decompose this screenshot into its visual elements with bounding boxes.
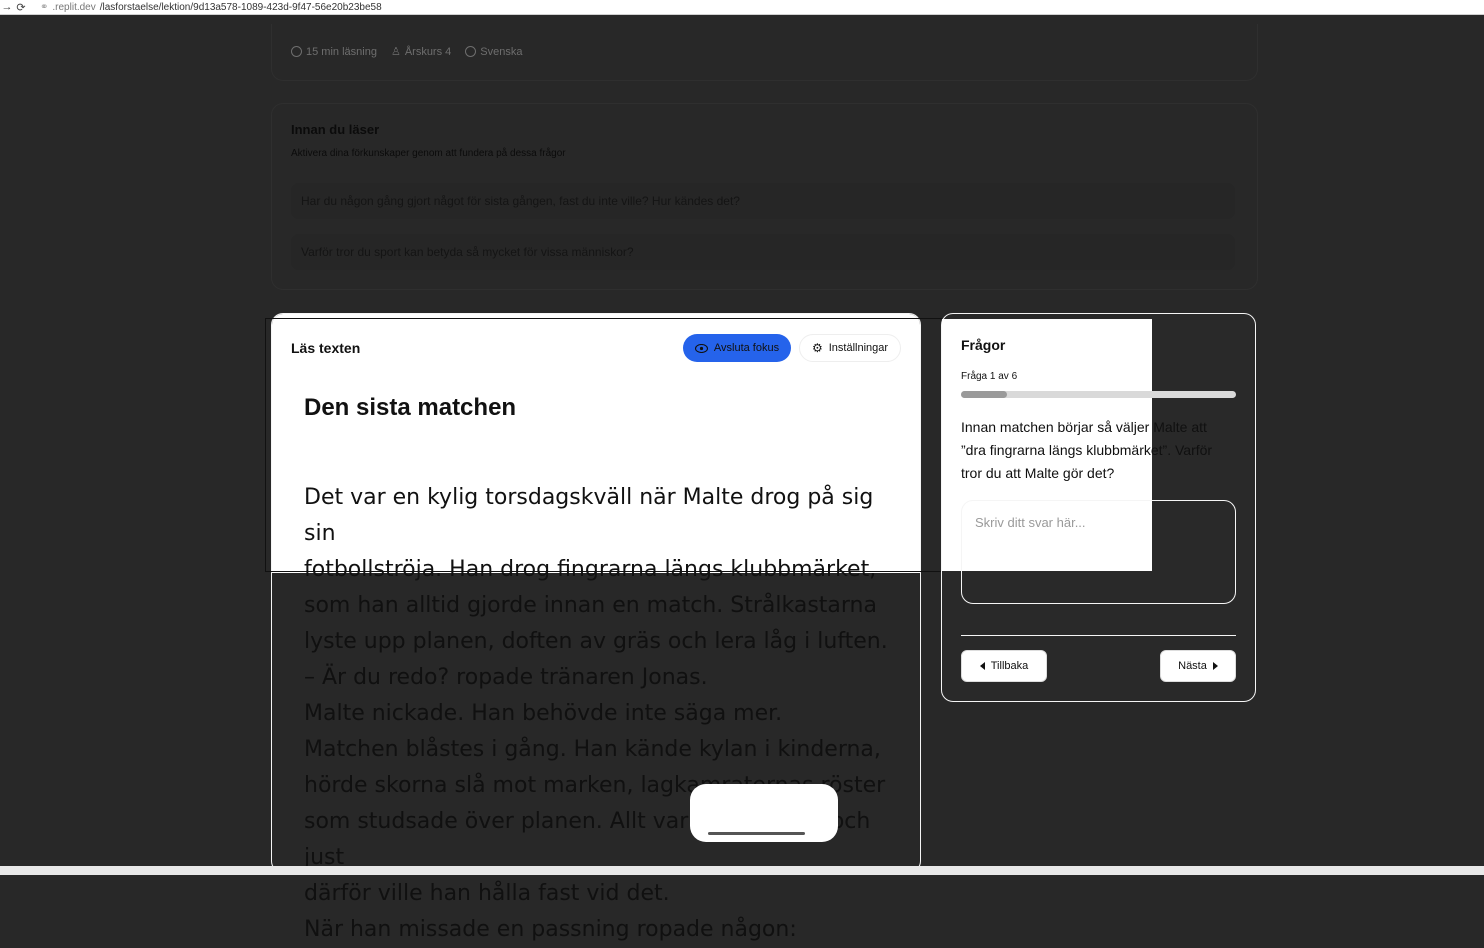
reading-card-title: Läs texten [291,340,361,356]
gear-icon: ⚙ [811,341,823,355]
story-line: lyste upp planen, doften av gräs och ler… [304,629,888,654]
exit-focus-button[interactable]: Avsluta fokus [683,334,791,362]
question-progress-bar [961,391,1236,398]
forward-icon[interactable]: → [0,1,14,13]
question-counter: Fråga 1 av 6 [961,371,1018,382]
question-text: Innan matchen börjar så väljer Malte att… [961,419,1213,481]
prereading-title: Innan du läser [291,122,380,137]
next-button[interactable]: Nästa [1160,650,1236,682]
globe-icon [465,46,477,57]
exit-focus-label: Avsluta fokus [713,342,780,354]
story-line: – Är du redo? ropade tränaren Jonas. [304,665,708,690]
reading-time: 15 min läsning [291,45,377,58]
page-bottom-edge [0,866,1484,875]
prereading-question: Har du någon gång gjort något för sista … [291,183,1235,219]
reload-icon[interactable]: ⟳ [14,1,28,14]
story-line: därför ville han hålla fast vid det. [304,881,670,906]
back-button[interactable]: Tillbaka [961,650,1047,682]
clock-icon [291,46,302,57]
back-label: Tillbaka [990,660,1029,672]
chevron-left-icon [979,662,985,670]
language-label: Svenska [480,45,523,58]
prereading-subtitle: Aktivera dina förkunskaper genom att fun… [291,148,566,159]
settings-label: Inställningar [828,342,889,354]
link-icon: ⚭ [40,1,49,13]
story-line: som han alltid gjorde innan en match. St… [304,593,877,618]
next-label: Nästa [1178,660,1207,672]
story-line: När han missade en passning ropade någon… [304,917,797,942]
story-text: Det var en kylig torsdagskväll när Malte… [304,480,904,948]
story-line: fotbollströja. Han drog fingrarna längs … [304,557,877,582]
story-title: Den sista matchen [304,394,517,421]
user-icon: ♙ [390,46,401,58]
grade: ♙ Årskurs 4 [390,45,452,59]
browser-address-bar: → ⟳ ⚭ .replit.dev/lasforstaelse/lektion/… [0,0,1484,15]
story-line: Matchen blåstes i gång. Han kände kylan … [304,737,881,762]
language: Svenska [465,45,522,58]
question-progress-fill [961,391,1007,398]
url-path: /lasforstaelse/lektion/9d13a578-1089-423… [99,1,382,13]
story-line: Det var en kylig torsdagskväll när Malte… [304,485,874,546]
url-field[interactable]: ⚭ .replit.dev/lasforstaelse/lektion/9d13… [40,2,382,13]
reading-time-label: 15 min läsning [306,45,377,58]
prereading-question: Varför tror du sport kan betyda så mycke… [291,234,1235,270]
questions-title: Frågor [961,337,1006,353]
lesson-meta: 15 min läsning ♙ Årskurs 4 Svenska [291,45,522,58]
floating-toolbar[interactable] [690,784,838,842]
drag-handle[interactable] [708,832,805,835]
divider [961,635,1236,636]
settings-button[interactable]: ⚙ Inställningar [799,334,901,362]
chevron-right-icon [1212,662,1218,670]
eye-icon [694,343,708,353]
story-line: Malte nickade. Han behövde inte säga mer… [304,701,783,726]
url-host: .replit.dev [52,1,96,13]
grade-label: Årskurs 4 [404,45,452,58]
answer-field[interactable] [961,500,1236,604]
